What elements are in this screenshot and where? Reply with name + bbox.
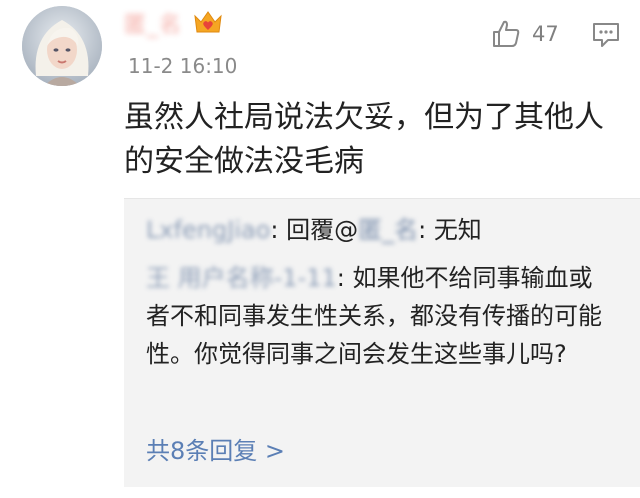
- reply-separator: :: [270, 216, 287, 244]
- reply-item: LxfengJiao: 回覆@匿_名: 无知: [146, 211, 482, 249]
- reply-separator: :: [336, 264, 353, 292]
- comment-bubble-icon: [592, 22, 620, 48]
- reply-button[interactable]: [592, 22, 620, 48]
- more-replies-link[interactable]: 共8条回复 >: [146, 431, 285, 466]
- thumbs-up-icon: [490, 18, 522, 50]
- avatar[interactable]: [22, 6, 102, 86]
- reply-separator: :: [418, 216, 434, 244]
- reply-text: 无知: [433, 216, 482, 244]
- reply-item: 王 用户名称-1-11: 如果他不给同事输血或者不和同事发生性关系，都没有传播的…: [146, 259, 616, 373]
- comment-text: 虽然人社局说法欠妥，但为了其他人的安全做法没毛病: [124, 100, 604, 179]
- crown-heart-icon: [192, 8, 224, 38]
- mention-at: @: [334, 216, 359, 244]
- like-count: 47: [532, 22, 559, 46]
- like-button[interactable]: 47: [490, 18, 559, 50]
- reply-author[interactable]: LxfengJiao: [146, 216, 270, 244]
- username-row: 匿_名: [124, 7, 224, 39]
- reply-author[interactable]: 王 用户名称-1-11: [146, 264, 337, 292]
- comment-timestamp: 11-2 16:10: [128, 54, 238, 78]
- mention-username[interactable]: 匿_名: [358, 216, 418, 244]
- reply-prefix: 回覆: [286, 216, 335, 244]
- reply-thread: LxfengJiao: 回覆@匿_名: 无知 王 用户名称-1-11: 如果他不…: [124, 198, 640, 487]
- username[interactable]: 匿_名: [124, 7, 182, 39]
